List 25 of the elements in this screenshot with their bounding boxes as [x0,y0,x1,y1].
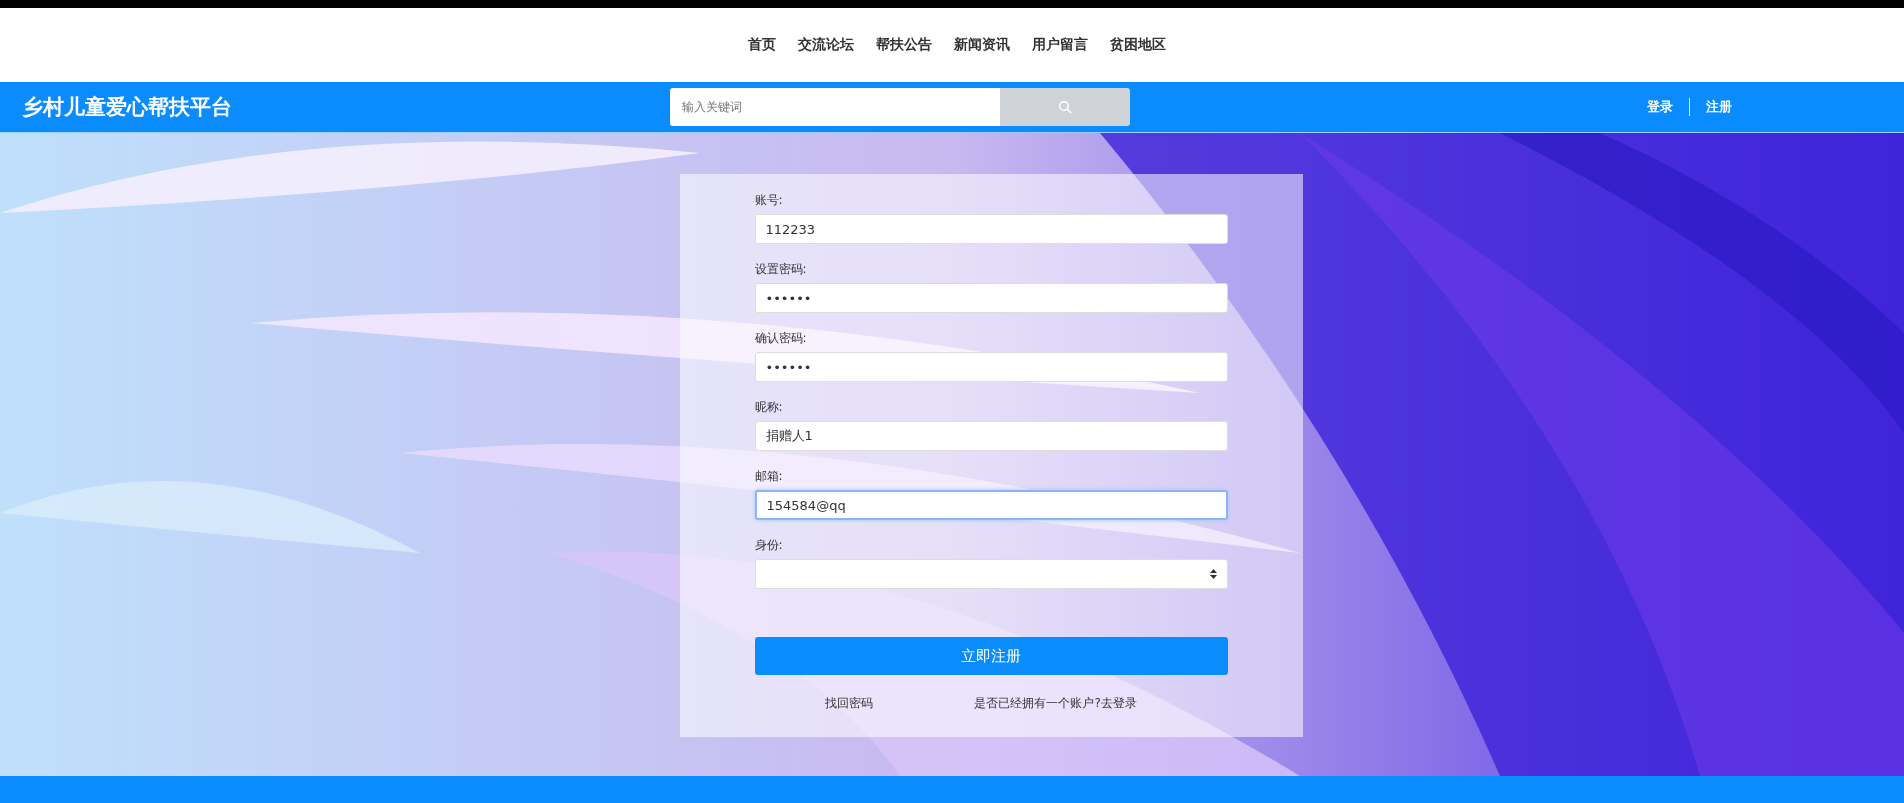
input-field[interactable]: 154584@qq [754,490,1228,520]
field-label: 账号: [754,192,783,209]
select-field[interactable] [754,559,1228,589]
search-field[interactable]: 输入关键词 [670,88,1000,126]
site-title: 乡村儿童爱心帮扶平台 [22,94,233,121]
nav-link[interactable]: 用户留言 [1032,36,1088,54]
field-label: 身份: [754,537,783,554]
search-button[interactable] [1000,88,1130,126]
search-icon [1058,100,1072,114]
nav-link[interactable]: 新闻资讯 [954,36,1010,54]
nav-link[interactable]: 首页 [748,36,776,54]
nav-link[interactable]: 交流论坛 [798,36,854,54]
field-label: 设置密码: [754,261,807,278]
field-label: 邮箱: [754,468,783,485]
input-field[interactable]: •••••• [754,352,1228,382]
nav-link[interactable]: 帮扶公告 [876,36,932,54]
input-field[interactable]: 112233 [754,214,1228,244]
field-label: 昵称: [754,399,783,416]
input-field[interactable]: •••••• [754,283,1228,313]
field-label: 确认密码: [754,330,807,347]
form-link[interactable]: 找回密码 [825,695,874,712]
nav-link[interactable]: 贫困地区 [1110,36,1166,54]
sort-icon [1209,569,1217,579]
input-field[interactable]: 捐赠人1 [754,421,1228,451]
form-link[interactable]: 是否已经拥有一个账户?去登录 [974,695,1137,712]
